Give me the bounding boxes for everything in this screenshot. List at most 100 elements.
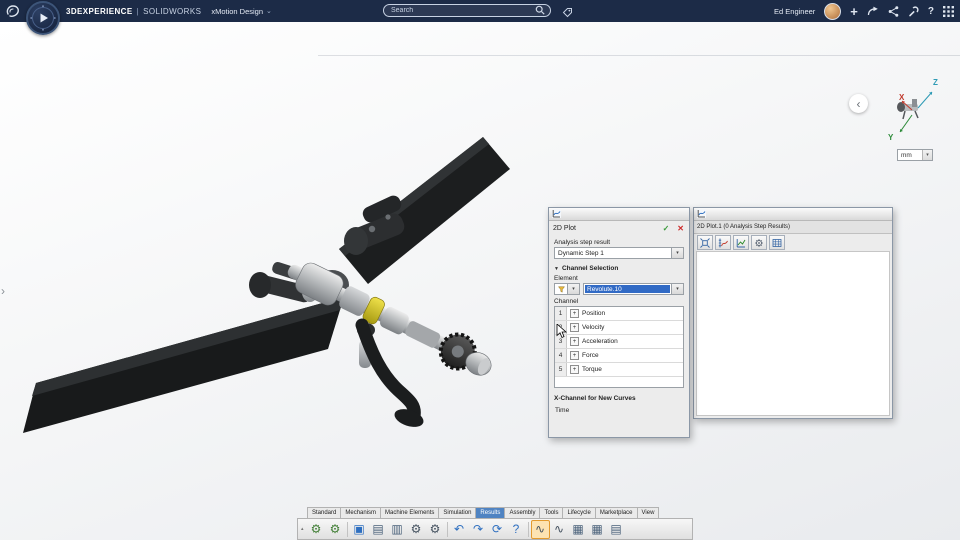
collapse-ribbon-icon[interactable]	[301, 526, 304, 532]
tag-icon[interactable]	[562, 5, 573, 23]
expand-plus-icon[interactable]: +	[570, 365, 579, 374]
plot-2d-icon[interactable]: ∿	[530, 519, 550, 539]
tab-view[interactable]: View	[636, 507, 660, 518]
units-dropdown[interactable]: mm	[897, 149, 933, 161]
expand-plus-icon[interactable]: +	[570, 323, 579, 332]
rotor-blade-lower[interactable]	[23, 297, 344, 433]
search-input[interactable]	[389, 7, 535, 14]
run-simulation-icon[interactable]: ⚙	[307, 520, 326, 539]
element-filter-dropdown[interactable]	[554, 283, 580, 295]
analysis-step-dropdown[interactable]: Dynamic Step 1	[554, 247, 684, 259]
axis-y-label: Y	[888, 133, 894, 142]
workspace-switcher[interactable]: xMotion Design ⌄	[211, 7, 272, 16]
data-table-icon[interactable]	[769, 235, 785, 250]
dialog-title: 2D Plot	[553, 224, 576, 232]
cancel-button[interactable]: ✕	[677, 224, 684, 233]
y-axis-options-icon[interactable]	[715, 235, 731, 250]
channel-row-force[interactable]: 4 + Force	[555, 349, 683, 363]
search-icon[interactable]	[535, 2, 545, 20]
help-icon[interactable]: ?	[507, 520, 526, 539]
element-combobox[interactable]: Revolute.10	[583, 283, 684, 295]
channel-label: Channel	[554, 298, 579, 305]
tab-tools[interactable]: Tools	[539, 507, 563, 518]
tab-simulation[interactable]: Simulation	[438, 507, 476, 518]
toolbar-separator	[446, 521, 448, 537]
3ds-logo-icon	[5, 4, 20, 18]
chevron-down-icon[interactable]	[567, 284, 579, 294]
app-window: 3DEXPERIENCE | SOLIDWORKS xMotion Design…	[0, 0, 960, 540]
plot-3d-icon[interactable]: ∿	[550, 520, 569, 539]
axis-z-label: Z	[933, 78, 938, 87]
channel-row-torque[interactable]: 5 + Torque	[555, 363, 683, 377]
channel-row-acceleration[interactable]: 3 + Acceleration	[555, 335, 683, 349]
ribbon-toolbar: ⚙ ⚙ ▣ ▤ ▥ ⚙ ⚙ ↶ ↷ ⟳ ? ∿ ∿ ▦ ▦ ▤	[297, 518, 693, 540]
filter-icon	[555, 284, 567, 294]
units-value: mm	[901, 151, 912, 159]
tools-wrench-icon[interactable]	[908, 5, 919, 17]
search-bar[interactable]	[383, 4, 551, 17]
refresh-icon[interactable]: ⟳	[488, 520, 507, 539]
chevron-down-icon: ⌄	[266, 8, 272, 15]
app-grid-icon[interactable]	[943, 5, 954, 17]
x-channel-header: X-Channel for New Curves	[554, 395, 636, 402]
element-value: Revolute.10	[585, 285, 670, 293]
export-report-icon[interactable]: ▤	[607, 520, 626, 539]
channel-selection-section[interactable]: Channel Selection	[554, 265, 684, 272]
redo-icon[interactable]: ↷	[469, 520, 488, 539]
help-icon[interactable]: ?	[928, 6, 934, 17]
tab-mechanism[interactable]: Mechanism	[340, 507, 381, 518]
tab-assembly[interactable]: Assembly	[504, 507, 540, 518]
orientation-triad[interactable]	[872, 74, 952, 152]
chevron-down-icon[interactable]	[671, 248, 683, 258]
3dexperience-compass-icon[interactable]	[26, 1, 60, 35]
undo-icon[interactable]: ↶	[450, 520, 469, 539]
plot-canvas[interactable]	[696, 251, 890, 416]
axis-x-label: X	[899, 93, 905, 102]
toolbar-separator	[346, 521, 348, 537]
expand-plus-icon[interactable]: +	[570, 309, 579, 318]
plot-result-window: 2D Plot.1 (0 Analysis Step Results)	[693, 207, 893, 419]
user-name[interactable]: Ed Engineer	[774, 7, 815, 16]
chevron-down-icon[interactable]	[922, 150, 932, 160]
chevron-down-icon[interactable]	[671, 284, 683, 294]
ok-button[interactable]: ✓	[663, 224, 670, 233]
spreadsheet-icon[interactable]: ▦	[588, 520, 607, 539]
mechanism-icon[interactable]: ⚙	[426, 520, 445, 539]
analysis-step-label: Analysis step result	[554, 239, 610, 246]
fit-view-icon[interactable]	[697, 235, 713, 250]
plot-settings-gear-icon[interactable]	[751, 235, 767, 250]
plot-window-titlebar[interactable]	[694, 208, 892, 221]
library-icon[interactable]: ▥	[388, 520, 407, 539]
tab-machine-elements[interactable]: Machine Elements	[380, 507, 439, 518]
element-label: Element	[554, 275, 578, 282]
brand-title: 3DEXPERIENCE | SOLIDWORKS	[66, 6, 202, 16]
x-channel-value[interactable]: Time	[554, 407, 684, 414]
share-nodes-icon[interactable]	[888, 5, 899, 17]
tab-results[interactable]: Results	[475, 507, 505, 518]
plot-dialog-titlebar[interactable]	[549, 208, 689, 221]
share-forward-icon[interactable]	[867, 6, 879, 16]
tab-lifecycle[interactable]: Lifecycle	[562, 507, 595, 518]
channel-row-velocity[interactable]: 2 + Velocity	[555, 321, 683, 335]
tab-standard[interactable]: Standard	[307, 507, 341, 518]
gear-pair-icon[interactable]: ⚙	[407, 520, 426, 539]
plot-dialog-icon	[552, 208, 561, 220]
save-icon[interactable]: ▣	[350, 520, 369, 539]
expand-plus-icon[interactable]: +	[570, 351, 579, 360]
curve-chart-icon[interactable]	[733, 235, 749, 250]
previous-view-button[interactable]: ‹	[849, 94, 868, 113]
user-avatar[interactable]	[824, 2, 842, 20]
results-table-icon[interactable]: ▦	[569, 520, 588, 539]
add-content-icon[interactable]: +	[850, 5, 858, 18]
channel-row-position[interactable]: 1 + Position	[555, 307, 683, 321]
tab-marketplace[interactable]: Marketplace	[594, 507, 637, 518]
panel-divider	[318, 55, 960, 56]
copy-results-icon[interactable]: ▤	[369, 520, 388, 539]
brand-3dexperience: 3DEXPERIENCE	[66, 6, 133, 16]
plot-window-toolbar	[694, 234, 892, 251]
expand-left-panel-icon[interactable]: ›	[1, 284, 5, 298]
3d-viewport[interactable]: › ‹ X Y Z mm ▾ 2D Plot ✓ ✕ Analysis step…	[0, 22, 960, 540]
rotor-assembly-model[interactable]	[10, 137, 520, 437]
expand-plus-icon[interactable]: +	[570, 337, 579, 346]
motion-settings-icon[interactable]: ⚙	[326, 520, 345, 539]
